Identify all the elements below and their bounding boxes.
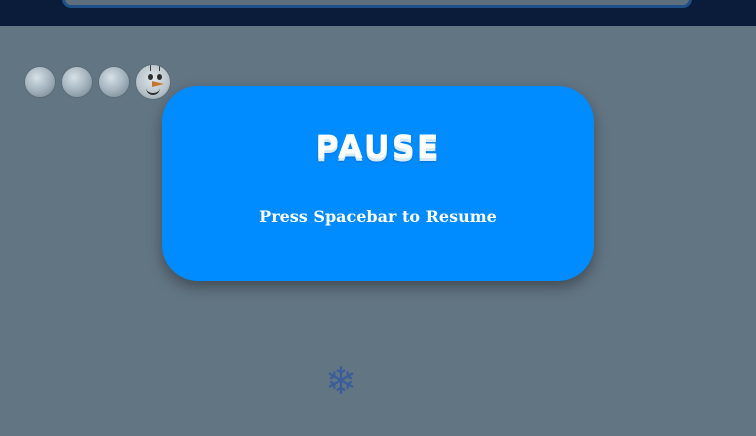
olaf-eye-right — [157, 74, 162, 80]
pause-dialog: PAUSE Press Spacebar to Resume — [162, 86, 594, 281]
resume-instruction: Press Spacebar to Resume — [259, 207, 497, 226]
pause-title: PAUSE — [315, 128, 441, 166]
olaf-eye-left — [148, 74, 153, 80]
lives-indicator — [24, 64, 171, 100]
snowflake-icon: ❄ — [325, 359, 357, 403]
snowball-life-icon — [61, 66, 93, 98]
snowball-life-icon — [24, 66, 56, 98]
top-bar — [0, 0, 756, 26]
olaf-hair — [150, 65, 160, 71]
olaf-mouth — [146, 87, 160, 95]
top-input-strip — [62, 0, 692, 8]
snowball-life-icon — [98, 66, 130, 98]
olaf-character-icon — [135, 64, 171, 100]
